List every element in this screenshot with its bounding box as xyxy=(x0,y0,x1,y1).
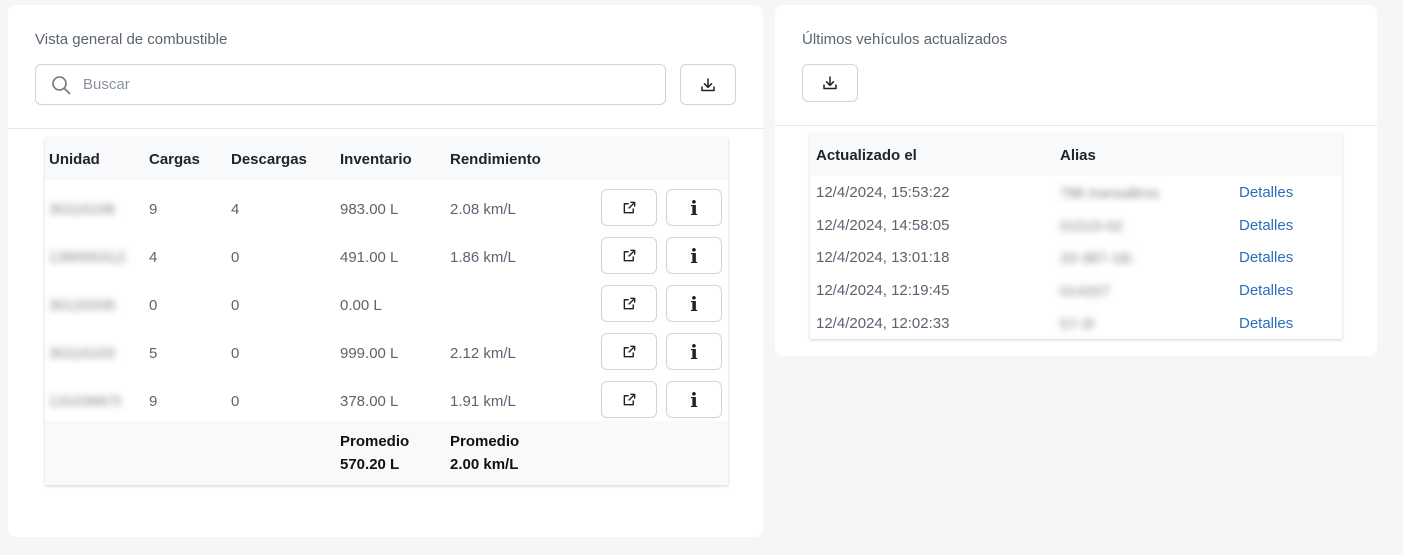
unit-info-button[interactable]: i xyxy=(666,381,722,418)
table-row: 30116103 5 0 999.00 L 2.12 km/L i xyxy=(45,328,728,376)
column-header-unidad: Unidad xyxy=(49,151,100,168)
open-unit-button[interactable] xyxy=(601,189,657,226)
fuel-overview-title: Vista general de combustible xyxy=(35,31,228,48)
descargas-value: 4 xyxy=(231,201,240,218)
latest-vehicles-title: Últimos vehículos actualizados xyxy=(802,31,1008,48)
cargas-value: 4 xyxy=(149,249,158,266)
latest-vehicles-table: Actualizado el Alias 12/4/2024, 15:53:22… xyxy=(810,134,1342,339)
unit-info-button[interactable]: i xyxy=(666,285,722,322)
descargas-value: 0 xyxy=(231,249,240,266)
column-header-cargas: Cargas xyxy=(149,151,200,168)
external-link-icon xyxy=(623,249,635,262)
unit-info-button[interactable]: i xyxy=(666,333,722,370)
vehicle-alias: 57-35 xyxy=(1060,316,1094,333)
inventario-average-value: 570.20 L xyxy=(340,456,400,473)
column-header-rendimiento: Rendimiento xyxy=(450,151,541,168)
fuel-download-button[interactable] xyxy=(680,64,736,105)
cargas-value: 0 xyxy=(149,297,158,314)
open-unit-button[interactable] xyxy=(601,285,657,322)
search-field[interactable] xyxy=(35,64,666,105)
descargas-value: 0 xyxy=(231,345,240,362)
unit-id: 30120335 xyxy=(49,297,116,314)
cargas-value: 9 xyxy=(149,393,158,410)
details-link[interactable]: Detalles xyxy=(1239,217,1293,234)
info-icon: i xyxy=(690,243,698,268)
info-icon: i xyxy=(690,291,698,316)
fuel-divider xyxy=(8,128,763,129)
cargas-value: 9 xyxy=(149,201,158,218)
vehicles-divider xyxy=(775,125,1377,126)
vehicle-alias: 786 transaltros xyxy=(1060,185,1160,202)
table-row: 1310366784 9 0 378.00 L 1.91 km/L i xyxy=(45,376,728,424)
updated-timestamp: 12/4/2024, 14:58:05 xyxy=(816,217,950,234)
open-unit-button[interactable] xyxy=(601,333,657,370)
table-row: 12/4/2024, 14:58:05 01515-02 Detalles xyxy=(810,209,1342,242)
external-link-icon xyxy=(623,345,635,358)
external-link-icon xyxy=(623,297,635,310)
column-header-actualizado: Actualizado el xyxy=(816,147,917,164)
inventario-value: 0.00 L xyxy=(340,297,382,314)
search-input[interactable] xyxy=(81,66,651,103)
info-icon: i xyxy=(690,339,698,364)
updated-timestamp: 12/4/2024, 15:53:22 xyxy=(816,184,950,201)
download-icon xyxy=(823,76,837,90)
download-icon xyxy=(701,77,715,91)
vehicles-table-header: Actualizado el Alias xyxy=(810,134,1342,176)
inventario-value: 999.00 L xyxy=(340,345,399,362)
column-header-descargas: Descargas xyxy=(231,151,307,168)
vehicle-alias: 014207 xyxy=(1060,283,1111,300)
inventario-value: 983.00 L xyxy=(340,201,399,218)
cargas-value: 5 xyxy=(149,345,158,362)
rendimiento-value: 1.91 km/L xyxy=(450,393,516,410)
details-link[interactable]: Detalles xyxy=(1239,282,1293,299)
inventario-value: 491.00 L xyxy=(340,249,399,266)
fuel-overview-card: Vista general de combustible Unidad Carg… xyxy=(8,5,763,537)
table-row: 30116108 9 4 983.00 L 2.08 km/L i xyxy=(45,184,728,232)
details-link[interactable]: Detalles xyxy=(1239,315,1293,332)
open-unit-button[interactable] xyxy=(601,237,657,274)
search-icon xyxy=(52,76,71,95)
rendimiento-value: 1.86 km/L xyxy=(450,249,516,266)
descargas-value: 0 xyxy=(231,393,240,410)
table-row: 12/4/2024, 13:01:18 20-387-182 Detalles xyxy=(810,241,1342,274)
updated-timestamp: 12/4/2024, 13:01:18 xyxy=(816,249,950,266)
open-unit-button[interactable] xyxy=(601,381,657,418)
vehicle-alias: 20-387-182 xyxy=(1060,250,1132,267)
updated-timestamp: 12/4/2024, 12:02:33 xyxy=(816,315,950,332)
latest-vehicles-card: Últimos vehículos actualizados Actualiza… xyxy=(775,5,1377,356)
rendimiento-average-value: 2.00 km/L xyxy=(450,456,519,473)
fuel-table-footer: Promedio 570.20 L Promedio 2.00 km/L xyxy=(45,421,728,485)
rendimiento-average-label: Promedio xyxy=(450,433,520,450)
table-row: 30120335 0 0 0.00 L i xyxy=(45,280,728,328)
rendimiento-value: 2.12 km/L xyxy=(450,345,516,362)
details-link[interactable]: Detalles xyxy=(1239,184,1293,201)
column-header-alias: Alias xyxy=(1060,147,1096,164)
updated-timestamp: 12/4/2024, 12:19:45 xyxy=(816,282,950,299)
descargas-value: 0 xyxy=(231,297,240,314)
external-link-icon xyxy=(623,201,635,214)
table-row: 1390053123 4 0 491.00 L 1.86 km/L i xyxy=(45,232,728,280)
vehicle-alias: 01515-02 xyxy=(1060,218,1122,235)
column-header-inventario: Inventario xyxy=(340,151,412,168)
unit-id: 1310366784 xyxy=(49,393,121,410)
vehicles-download-button[interactable] xyxy=(802,64,858,102)
unit-id: 1390053123 xyxy=(49,249,127,266)
info-icon: i xyxy=(690,195,698,220)
details-link[interactable]: Detalles xyxy=(1239,249,1293,266)
unit-id: 30116108 xyxy=(49,201,115,218)
external-link-icon xyxy=(623,393,635,406)
inventario-average-label: Promedio xyxy=(340,433,410,450)
table-row: 12/4/2024, 12:02:33 57-35 Detalles xyxy=(810,307,1342,340)
fuel-table-header: Unidad Cargas Descargas Inventario Rendi… xyxy=(45,138,728,180)
unit-info-button[interactable]: i xyxy=(666,237,722,274)
table-row: 12/4/2024, 15:53:22 786 transaltros Deta… xyxy=(810,176,1342,209)
unit-id: 30116103 xyxy=(49,345,115,362)
fuel-table: Unidad Cargas Descargas Inventario Rendi… xyxy=(45,138,728,485)
table-row: 12/4/2024, 12:19:45 014207 Detalles xyxy=(810,274,1342,307)
unit-info-button[interactable]: i xyxy=(666,189,722,226)
inventario-value: 378.00 L xyxy=(340,393,399,410)
info-icon: i xyxy=(690,387,698,412)
rendimiento-value: 2.08 km/L xyxy=(450,201,516,218)
